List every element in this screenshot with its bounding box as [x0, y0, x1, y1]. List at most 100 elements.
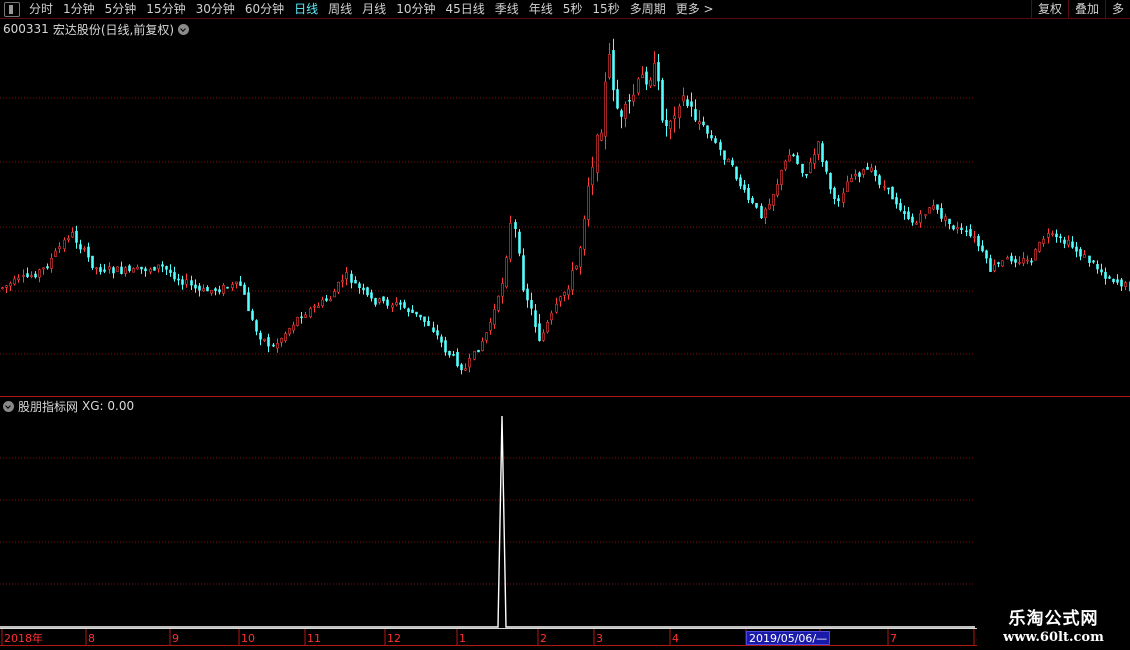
candle-body [374, 298, 377, 305]
candle-body [911, 216, 914, 223]
candle-body [239, 281, 242, 286]
candle-body [247, 292, 250, 312]
candle-body [473, 350, 476, 360]
candle-body [969, 229, 972, 237]
candle-body [649, 79, 652, 87]
kline-chart[interactable]: 2018年8910111212345678 [0, 0, 1130, 650]
candle-body [842, 192, 845, 203]
candle-body [259, 332, 262, 340]
candle-body [58, 246, 61, 250]
candle-body [792, 154, 795, 157]
candle-body [956, 227, 959, 230]
watermark-title: 乐淘公式网 [1008, 609, 1099, 629]
candle-body [825, 161, 828, 172]
candle-body [899, 203, 902, 211]
candle-body [350, 273, 353, 283]
candle-body [419, 314, 422, 318]
candle-body [739, 177, 742, 187]
candle-body [678, 105, 681, 118]
candle-body [673, 115, 676, 120]
candle-body [1092, 260, 1095, 263]
candle-body [71, 232, 74, 238]
candle-body [493, 309, 496, 325]
candle-body [575, 265, 578, 270]
candle-body [149, 268, 152, 273]
candle-body [948, 218, 951, 225]
candle-body [337, 281, 340, 293]
candle-body [325, 298, 328, 301]
candle-body [669, 120, 672, 130]
candle-body [784, 160, 787, 170]
candle-body [657, 62, 660, 82]
axis-tick-label: 9 [172, 632, 179, 645]
watermark-url: www.60lt.com [1003, 630, 1104, 645]
candle-body [641, 74, 644, 79]
candle-body [829, 173, 832, 190]
candle-body [637, 78, 640, 94]
candle-body [587, 185, 590, 220]
candle-body [485, 332, 488, 341]
candle-body [116, 266, 119, 272]
candle-body [567, 288, 570, 296]
candle-body [1047, 233, 1050, 238]
candle-body [731, 160, 734, 166]
candle-body [813, 154, 816, 164]
candle-body [218, 289, 221, 293]
candle-body [751, 198, 754, 204]
candle-body [464, 368, 467, 371]
candle-body [395, 301, 398, 306]
candle-body [624, 104, 627, 119]
candle-body [26, 273, 29, 278]
candle-body [403, 302, 406, 308]
chevron-down-icon[interactable] [178, 23, 190, 35]
candle-body [415, 311, 418, 315]
candle-body [153, 266, 156, 271]
candle-body [1018, 262, 1021, 264]
candle-body [768, 204, 771, 210]
candle-body [456, 351, 459, 367]
candle-body [1026, 259, 1029, 262]
candle-body [452, 354, 455, 356]
indicator-source: 股朋指标网 [18, 399, 79, 414]
candle-body [1030, 260, 1033, 263]
candle-body [981, 245, 984, 252]
candle-body [686, 99, 689, 106]
candle-body [936, 204, 939, 210]
candle-body [1104, 271, 1107, 279]
candle-body [854, 174, 857, 177]
candle-body [1022, 258, 1025, 264]
chevron-down-icon[interactable] [3, 400, 14, 412]
candle-body [1034, 249, 1037, 261]
candle-body [501, 283, 504, 297]
candle-body [1079, 249, 1082, 257]
candle-body [706, 125, 709, 134]
candle-body [1051, 233, 1054, 235]
candle-body [243, 284, 246, 295]
candle-body [391, 304, 394, 308]
candle-body [103, 269, 106, 272]
candle-body [161, 264, 164, 267]
candle-body [411, 309, 414, 313]
candle-body [50, 257, 53, 269]
candle-body [682, 95, 685, 102]
candle-body [1, 287, 4, 290]
candle-body [296, 317, 299, 326]
axis-tick-label: 2018年 [4, 631, 43, 645]
candle-body [177, 278, 180, 281]
candle-body [1067, 240, 1070, 246]
candle-body [198, 285, 201, 291]
candle-body [1096, 263, 1099, 270]
candle-body [1001, 260, 1004, 267]
candle-body [694, 109, 697, 121]
candle-body [928, 207, 931, 214]
candle-body [924, 214, 927, 217]
candle-body [13, 278, 16, 285]
candle-body [362, 287, 365, 291]
candle-body [1124, 282, 1127, 287]
candle-body [735, 166, 738, 180]
candle-body [776, 184, 779, 196]
candle-body [440, 336, 443, 343]
candle-body [1014, 259, 1017, 263]
candle-body [940, 208, 943, 219]
candle-body [34, 273, 37, 278]
